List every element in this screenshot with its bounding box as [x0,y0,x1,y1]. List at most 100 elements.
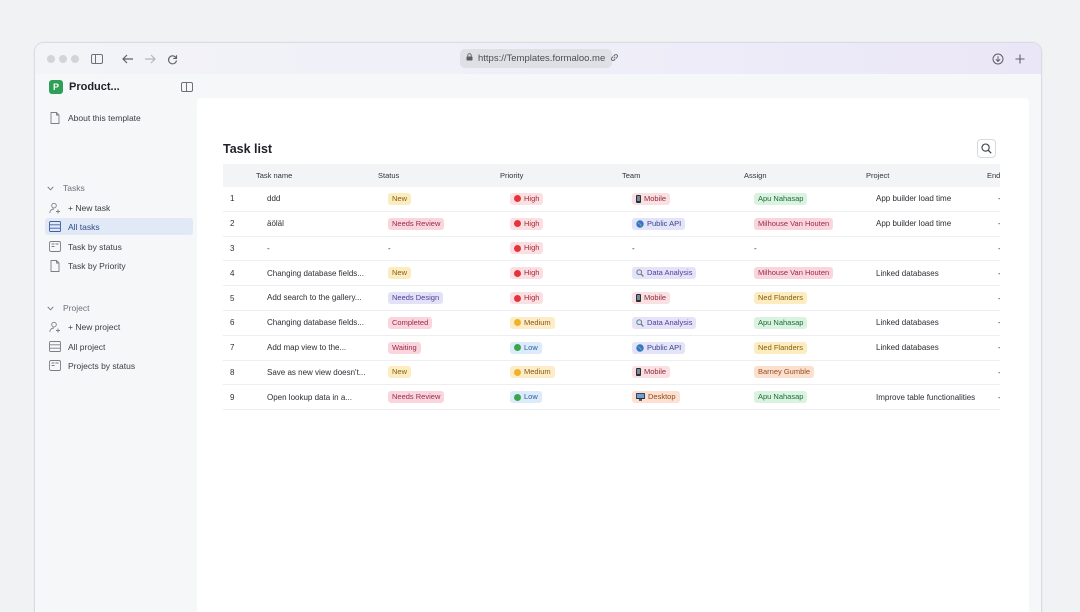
sidebar-item-task-by-status[interactable]: Task by status [45,238,193,255]
end-cell: - [998,361,1000,385]
priority-label: High [524,243,540,253]
priority-badge: Medium [510,366,555,379]
app-logo: P [49,80,63,94]
status-cell: New [388,361,412,385]
search-icon [981,143,992,154]
team-badge: Public API [632,341,686,354]
column-header[interactable]: Team [622,171,640,180]
assign-cell: Apu Nahasap [754,311,808,335]
sidebar-item-label: Task by Priority [68,260,126,271]
sidebar-item-all-tasks[interactable]: All tasks [45,218,193,235]
sidebar-item-label: All project [68,341,106,352]
project-cell: App builder load time [876,194,952,204]
priority-badge: High [510,292,544,305]
table-row[interactable]: 2 äöläl Needs Review High Public API Milhouse… [223,212,1000,237]
team-cell: - [632,237,635,261]
team-badge: Public API [632,217,686,230]
team-label: Data Analysis [647,268,693,278]
project-cell [876,286,976,310]
app-header: P Product... [49,78,193,96]
end-cell: - [998,261,1000,285]
row-number: 3 [230,243,235,253]
table-row[interactable]: 3 - - High - - - [223,237,1000,262]
column-header[interactable]: Project [866,171,889,180]
column-header[interactable]: Task name [256,171,292,180]
row-number: 9 [230,392,235,402]
assign-cell: Milhouse Van Houten [754,261,834,285]
priority-cell: Low [510,336,542,360]
priority-dot-icon [514,294,521,302]
table-icon [49,341,61,353]
priority-cell: High [510,237,544,261]
collapse-sidebar-icon[interactable] [181,82,193,92]
team-badge: Mobile [632,292,671,305]
sidebar-item-new-project[interactable]: + New project [45,318,193,335]
new-tab-plus-icon[interactable] [1011,50,1029,68]
window-close-dot[interactable] [47,55,55,63]
url-text: https://Templates.formaloo.me [478,53,606,64]
table-row[interactable]: 6 Changing database fields... Completed Med… [223,311,1000,336]
status-badge: Needs Review [388,217,445,230]
priority-dot-icon [514,344,521,352]
team-label: Public API [647,218,682,228]
assignee-badge: Ned Flanders [754,341,808,354]
sidebar-item-projects-by-status[interactable]: Projects by status [45,357,193,374]
reload-icon[interactable] [163,50,181,68]
window-minimize-dot[interactable] [59,55,67,63]
address-bar[interactable]: https://Templates.formaloo.me [460,49,619,68]
priority-badge: Low [510,341,542,354]
table-row[interactable]: 8 Save as new view doesn't... New Medium Mob… [223,361,1000,386]
sidebar-section-project[interactable]: Project [47,301,89,315]
app-name[interactable]: Product... [69,81,181,93]
page-title: Task list [223,142,273,156]
assign-cell: Apu Nahasap [754,385,808,409]
end-cell: - [998,385,1000,409]
sidebar-item-about[interactable]: About this template [45,109,193,126]
status-cell: New [388,187,412,211]
sidebar-toggle-icon[interactable] [88,50,106,68]
team-value: - [632,243,635,253]
row-number: 4 [230,268,235,278]
priority-badge: High [510,242,544,255]
column-header[interactable]: End [987,171,1000,180]
project-cell [876,237,976,261]
table-row[interactable]: 9 Open lookup data in a... Needs Review Low… [223,385,1000,411]
team-label: Mobile [644,367,667,377]
app-sidebar: P Product... About this template Tasks +… [35,74,197,612]
priority-cell: Low [510,385,542,409]
column-header[interactable]: Priority [500,171,523,180]
link-icon[interactable] [610,53,619,65]
status-cell: Needs Review [388,212,445,236]
sidebar-item-new-task[interactable]: + New task [45,199,193,216]
table-row[interactable]: 5 Add search to the gallery... Needs Desig… [223,286,1000,311]
team-cell: Public API [632,212,686,236]
sidebar-item-label: Projects by status [68,360,136,371]
table-row[interactable]: 4 Changing database fields... New High Data … [223,261,1000,287]
status-badge: New [388,366,412,379]
status-badge: Needs Review [388,391,445,404]
sidebar-item-label: + New task [68,202,111,213]
priority-dot-icon [514,319,521,327]
team-label: Mobile [644,193,667,203]
kanban-icon [49,241,61,253]
kanban-icon [49,360,61,372]
task-name-cell: Changing database fields... [267,268,364,278]
assign-value: - [754,243,757,253]
assign-cell: Milhouse Van Houten [754,212,834,236]
table-row[interactable]: 7 Add map view to the... Waiting Low Public … [223,336,1000,361]
priority-dot-icon [514,244,521,252]
table-row[interactable]: 1 ddd New High Mobile Apu Nahasap App builder … [223,187,1000,212]
column-header[interactable]: Status [378,171,399,180]
sidebar-section-tasks[interactable]: Tasks [47,181,85,195]
column-header[interactable]: Assign [744,171,767,180]
forward-arrow-icon[interactable] [141,50,159,68]
search-button[interactable] [977,139,996,158]
team-label: Data Analysis [647,317,693,327]
download-icon[interactable] [989,50,1007,68]
back-arrow-icon[interactable] [119,50,137,68]
sidebar-item-all-project[interactable]: All project [45,338,193,355]
sidebar-item-task-by-priority[interactable]: Task by Priority [45,257,193,274]
sidebar-item-label: + New project [68,321,121,332]
window-zoom-dot[interactable] [71,55,79,63]
assign-cell: Apu Nahasap [754,187,808,211]
